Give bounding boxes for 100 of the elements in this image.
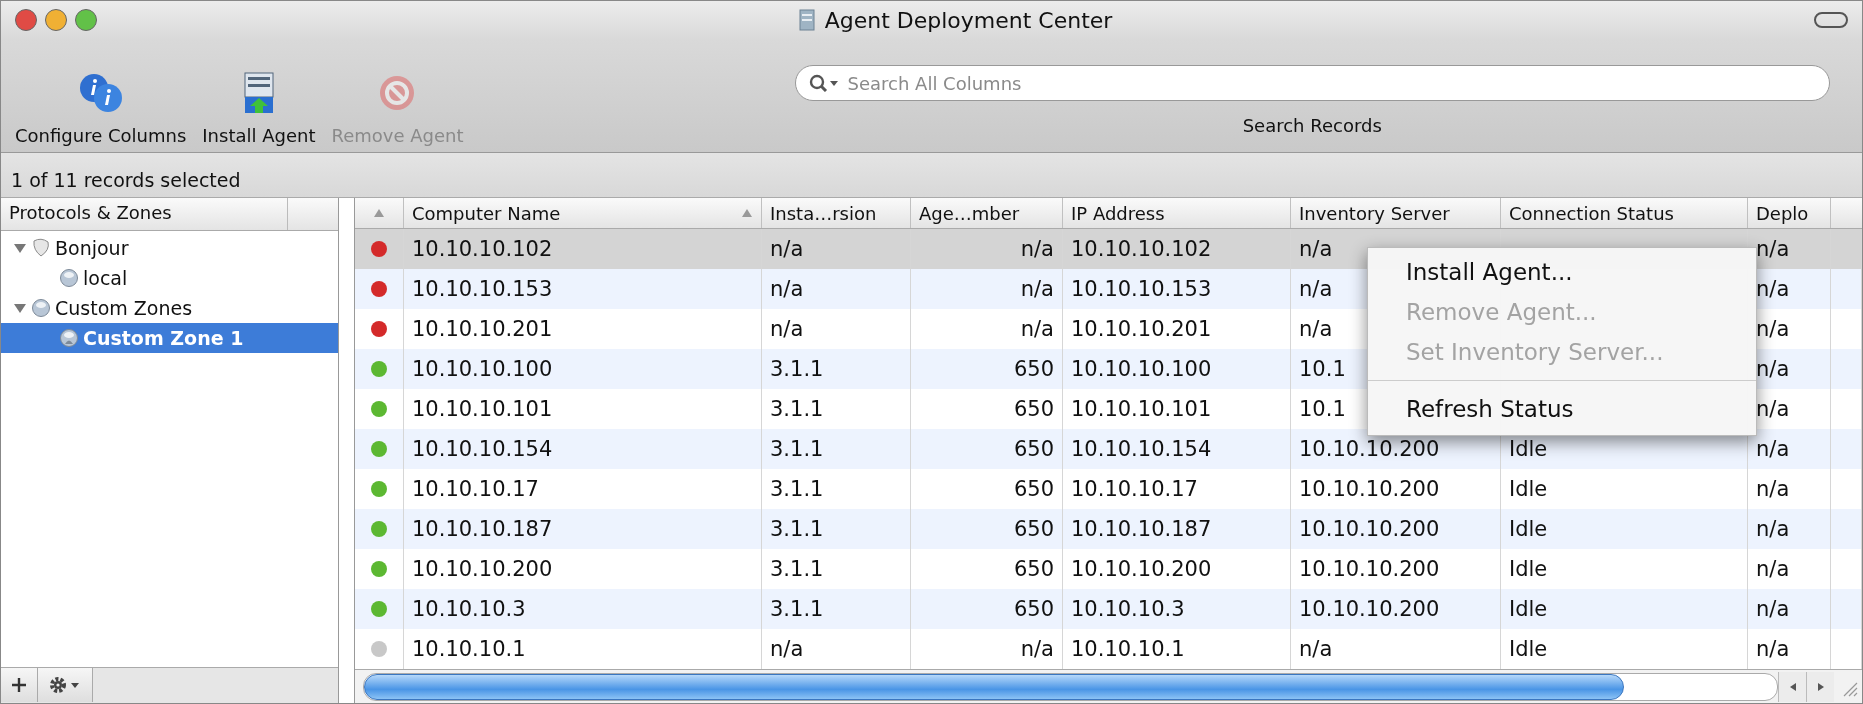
table-cell: 10.10.10.200 xyxy=(1299,517,1440,542)
table-cell: n/a xyxy=(770,277,804,302)
table-cell: 10.10.10.100 xyxy=(1071,357,1212,382)
search-label: Search Records xyxy=(1242,115,1382,136)
table-cell: 650 xyxy=(1013,517,1054,542)
table-cell: 3.1.1 xyxy=(770,597,824,622)
table-cell: 10.1 xyxy=(1299,357,1346,382)
sort-arrow-icon[interactable] xyxy=(373,208,385,219)
zoom-button[interactable] xyxy=(75,9,97,31)
add-button[interactable] xyxy=(1,668,38,702)
right-arrow-icon xyxy=(1815,681,1826,692)
column-header[interactable]: Computer Name xyxy=(404,198,762,229)
expanded-triangle-icon[interactable] xyxy=(13,241,27,255)
scroll-right-button[interactable] xyxy=(1806,671,1834,702)
menu-item[interactable]: Refresh Status xyxy=(1368,389,1756,430)
table-cell: 10.1 xyxy=(1299,397,1346,422)
column-header[interactable]: Insta…rsion xyxy=(762,198,911,229)
table-cell: n/a xyxy=(1756,357,1790,382)
table-cell: 10.10.10.201 xyxy=(1071,317,1212,342)
scroll-left-button[interactable] xyxy=(1778,671,1806,702)
horizontal-scrollbar[interactable] xyxy=(363,672,1778,701)
table-cell: 3.1.1 xyxy=(770,397,824,422)
sort-arrow-icon[interactable] xyxy=(741,208,753,219)
minimize-button[interactable] xyxy=(45,9,67,31)
table-cell: n/a xyxy=(1756,557,1790,582)
table-cell: n/a xyxy=(1756,237,1790,262)
table-cell: n/a xyxy=(1299,317,1333,342)
window-title: Agent Deployment Center xyxy=(824,7,1113,33)
table-cell: 10.10.10.154 xyxy=(1071,437,1212,462)
table-cell: n/a xyxy=(1020,637,1054,662)
table-cell: 10.10.10.1 xyxy=(412,637,526,662)
table-cell: 650 xyxy=(1013,357,1054,382)
table-cell: Idle xyxy=(1509,517,1548,542)
zone-icon xyxy=(59,328,79,348)
table-cell: Idle xyxy=(1509,597,1548,622)
table-cell: n/a xyxy=(1756,397,1790,422)
column-header[interactable]: Age…mber xyxy=(911,198,1063,229)
document-icon xyxy=(798,9,815,31)
table-cell: 10.10.10.153 xyxy=(1071,277,1212,302)
table-cell: n/a xyxy=(1756,277,1790,302)
plus-icon xyxy=(11,677,27,693)
expanded-triangle-icon[interactable] xyxy=(13,301,27,315)
table-cell: 650 xyxy=(1013,397,1054,422)
table-cell: n/a xyxy=(1756,437,1790,462)
table-cell: n/a xyxy=(1020,237,1054,262)
table-cell: n/a xyxy=(1299,277,1333,302)
table-cell: 10.10.10.102 xyxy=(1071,237,1212,262)
install-box-icon xyxy=(241,71,276,115)
table-cell: 10.10.10.17 xyxy=(412,477,539,502)
table-cell: 10.10.10.200 xyxy=(1299,477,1440,502)
table-cell: 10.10.10.101 xyxy=(412,397,553,422)
column-header[interactable]: IP Address xyxy=(1063,198,1291,229)
column-header[interactable]: Connection Status xyxy=(1501,198,1748,229)
close-button[interactable] xyxy=(15,9,37,31)
table-cell: 10.10.10.17 xyxy=(1071,477,1198,502)
table-cell: 3.1.1 xyxy=(770,357,824,382)
table-row[interactable]: 10.10.10.187 3.1.1 650 10.10.10.187 10.10.10.200 Idle n/a xyxy=(355,509,1862,550)
table-cell: Idle xyxy=(1509,437,1548,462)
scrollbar-thumb[interactable] xyxy=(364,673,1624,700)
toolbar-toggle-button[interactable] xyxy=(1814,12,1848,28)
table-cell: n/a xyxy=(1756,477,1790,502)
table-cell: 10.10.10.200 xyxy=(1299,557,1440,582)
tree-item[interactable]: Custom Zone 1 xyxy=(1,323,338,353)
table-cell: n/a xyxy=(1756,517,1790,542)
search-field[interactable]: Search All Columns xyxy=(794,65,1830,101)
table-cell: 10.10.10.187 xyxy=(412,517,553,542)
table-cell: 10.10.10.1 xyxy=(1071,637,1185,662)
table-cell: 10.10.10.101 xyxy=(1071,397,1212,422)
table-cell: 10.10.10.153 xyxy=(412,277,553,302)
table-cell: n/a xyxy=(1756,637,1790,662)
toolbar-button[interactable]: Install Agent xyxy=(196,71,322,146)
table-cell: 10.10.10.3 xyxy=(412,597,526,622)
table-cell: 10.10.10.200 xyxy=(412,557,553,582)
table-cell: n/a xyxy=(1299,237,1333,262)
tree-item[interactable]: Bonjour xyxy=(1,233,338,263)
tree-item[interactable]: local xyxy=(1,263,338,293)
table-cell: n/a xyxy=(1756,597,1790,622)
selection-count: 1 of 11 records selected xyxy=(11,169,241,191)
table-cell: 10.10.10.200 xyxy=(1299,597,1440,622)
table-cell: 650 xyxy=(1013,437,1054,462)
table-cell: 10.10.10.154 xyxy=(412,437,553,462)
table-row[interactable]: 10.10.10.154 3.1.1 650 10.10.10.154 10.10.10.200 Idle n/a xyxy=(355,429,1862,470)
table-cell: n/a xyxy=(1020,277,1054,302)
toolbar-button[interactable]: Configure Columns xyxy=(9,71,193,146)
action-menu-button[interactable] xyxy=(38,668,93,702)
table-cell: 10.10.10.200 xyxy=(1299,437,1440,462)
column-header[interactable]: Deplo xyxy=(1748,198,1831,229)
table-cell: 650 xyxy=(1013,557,1054,582)
tree-item[interactable]: Custom Zones xyxy=(1,293,338,323)
table-cell: Idle xyxy=(1509,637,1548,662)
table-row[interactable]: 10.10.10.3 3.1.1 650 10.10.10.3 10.10.10.200 Idle n/a xyxy=(355,589,1862,630)
table-cell: Idle xyxy=(1509,557,1548,582)
table-cell: Idle xyxy=(1509,477,1548,502)
table-cell: n/a xyxy=(1756,317,1790,342)
column-header[interactable]: Inventory Server xyxy=(1291,198,1501,229)
table-cell: 10.10.10.102 xyxy=(412,237,553,262)
table-cell: n/a xyxy=(770,317,804,342)
table-cell: 650 xyxy=(1013,477,1054,502)
table-cell: n/a xyxy=(770,637,804,662)
table-cell: 10.10.10.200 xyxy=(1071,557,1212,582)
